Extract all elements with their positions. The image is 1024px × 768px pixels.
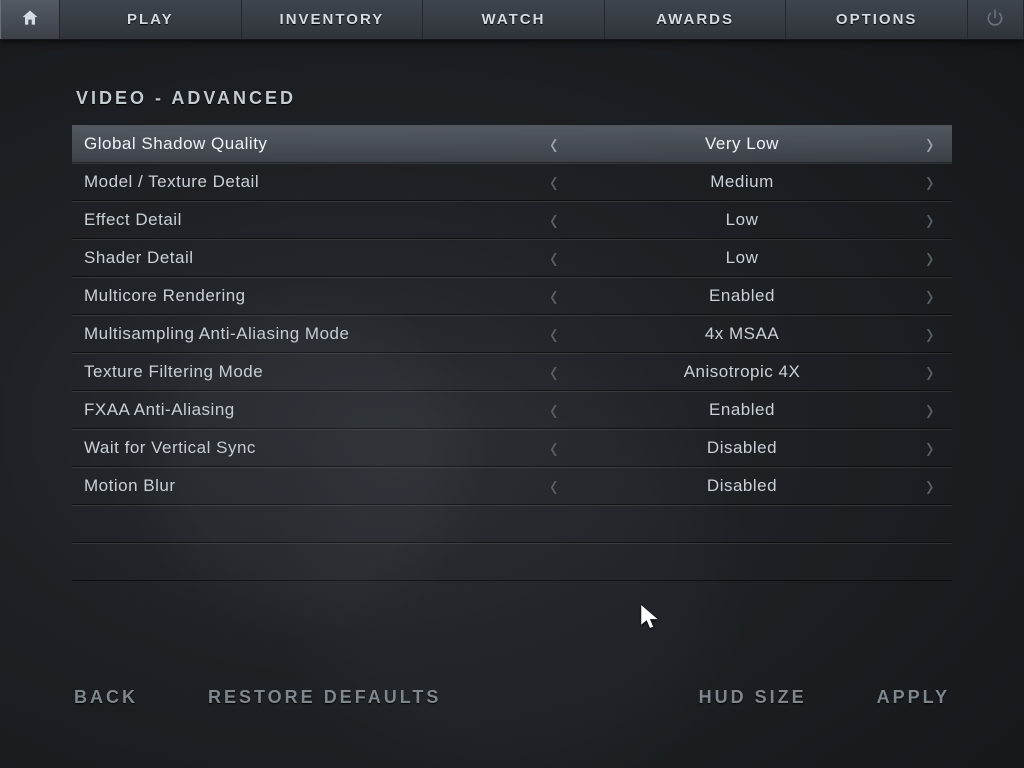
setting-row[interactable]: Wait for Vertical Sync‹Disabled› (72, 429, 952, 467)
home-icon (20, 8, 40, 32)
setting-label: Wait for Vertical Sync (72, 438, 542, 458)
chevron-right-icon[interactable]: › (918, 239, 942, 278)
nav-tab-options[interactable]: OPTIONS (786, 0, 968, 39)
chevron-left-icon[interactable]: ‹ (542, 163, 566, 202)
setting-row[interactable]: Shader Detail‹Low› (72, 239, 952, 277)
setting-row[interactable]: Effect Detail‹Low› (72, 201, 952, 239)
chevron-left-icon[interactable]: ‹ (542, 353, 566, 392)
chevron-right-icon[interactable]: › (918, 467, 942, 506)
setting-value: 4x MSAA (566, 324, 918, 344)
chevron-left-icon[interactable]: ‹ (542, 201, 566, 240)
setting-label: Multicore Rendering (72, 286, 542, 306)
setting-selector: ‹Enabled› (542, 283, 952, 309)
setting-selector: ‹Medium› (542, 169, 952, 195)
chevron-left-icon[interactable]: ‹ (542, 239, 566, 278)
chevron-left-icon[interactable]: ‹ (542, 467, 566, 506)
setting-label: Multisampling Anti-Aliasing Mode (72, 324, 542, 344)
nav-tab-inventory[interactable]: INVENTORY (242, 0, 424, 39)
chevron-left-icon[interactable]: ‹ (542, 391, 566, 430)
setting-label: Effect Detail (72, 210, 542, 230)
chevron-left-icon[interactable]: ‹ (542, 315, 566, 354)
settings-list: Global Shadow Quality‹Very Low›Model / T… (72, 125, 952, 581)
home-button[interactable] (0, 0, 60, 39)
setting-row[interactable]: Global Shadow Quality‹Very Low› (72, 125, 952, 163)
chevron-right-icon[interactable]: › (918, 353, 942, 392)
setting-row[interactable]: Multicore Rendering‹Enabled› (72, 277, 952, 315)
nav-tab-watch[interactable]: WATCH (423, 0, 605, 39)
chevron-right-icon[interactable]: › (918, 429, 942, 468)
chevron-right-icon[interactable]: › (918, 391, 942, 430)
setting-row[interactable]: Multisampling Anti-Aliasing Mode‹4x MSAA… (72, 315, 952, 353)
chevron-left-icon[interactable]: ‹ (542, 125, 566, 164)
setting-label: Motion Blur (72, 476, 542, 496)
setting-row[interactable]: Model / Texture Detail‹Medium› (72, 163, 952, 201)
setting-value: Low (566, 210, 918, 230)
power-button[interactable] (968, 0, 1024, 39)
nav-tab-awards[interactable]: AWARDS (605, 0, 787, 39)
setting-value: Very Low (566, 134, 918, 154)
setting-value: Disabled (566, 476, 918, 496)
hud-size-button[interactable]: HUD SIZE (699, 687, 807, 708)
setting-row[interactable]: Texture Filtering Mode‹Anisotropic 4X› (72, 353, 952, 391)
setting-selector: ‹Low› (542, 245, 952, 271)
setting-row[interactable]: FXAA Anti-Aliasing‹Enabled› (72, 391, 952, 429)
setting-label: Global Shadow Quality (72, 134, 542, 154)
chevron-right-icon[interactable]: › (918, 163, 942, 202)
setting-label: Shader Detail (72, 248, 542, 268)
footer-bar: BACK RESTORE DEFAULTS HUD SIZE APPLY (0, 687, 1024, 708)
setting-row[interactable]: Motion Blur‹Disabled› (72, 467, 952, 505)
setting-value: Disabled (566, 438, 918, 458)
top-nav: PLAY INVENTORY WATCH AWARDS OPTIONS (0, 0, 1024, 40)
page-title: VIDEO - ADVANCED (0, 40, 1024, 125)
setting-value: Enabled (566, 286, 918, 306)
setting-label: Model / Texture Detail (72, 172, 542, 192)
restore-defaults-button[interactable]: RESTORE DEFAULTS (208, 687, 441, 708)
chevron-left-icon[interactable]: ‹ (542, 429, 566, 468)
setting-row-empty: .. (72, 543, 952, 581)
setting-row-empty: .. (72, 505, 952, 543)
chevron-right-icon[interactable]: › (918, 277, 942, 316)
setting-value: Low (566, 248, 918, 268)
setting-value: Anisotropic 4X (566, 362, 918, 382)
setting-selector: ‹Very Low› (542, 131, 952, 157)
setting-label: FXAA Anti-Aliasing (72, 400, 542, 420)
setting-selector: ‹Low› (542, 207, 952, 233)
setting-selector: ‹Disabled› (542, 473, 952, 499)
setting-selector: ‹Disabled› (542, 435, 952, 461)
chevron-left-icon[interactable]: ‹ (542, 277, 566, 316)
nav-tab-play[interactable]: PLAY (60, 0, 242, 39)
apply-button[interactable]: APPLY (877, 687, 950, 708)
chevron-right-icon[interactable]: › (918, 315, 942, 354)
setting-selector: ‹4x MSAA› (542, 321, 952, 347)
chevron-right-icon[interactable]: › (918, 201, 942, 240)
setting-value: Medium (566, 172, 918, 192)
setting-label: Texture Filtering Mode (72, 362, 542, 382)
setting-value: Enabled (566, 400, 918, 420)
power-icon (985, 8, 1005, 32)
chevron-right-icon[interactable]: › (918, 125, 942, 164)
setting-selector: ‹Enabled› (542, 397, 952, 423)
setting-selector: ‹Anisotropic 4X› (542, 359, 952, 385)
back-button[interactable]: BACK (74, 687, 138, 708)
